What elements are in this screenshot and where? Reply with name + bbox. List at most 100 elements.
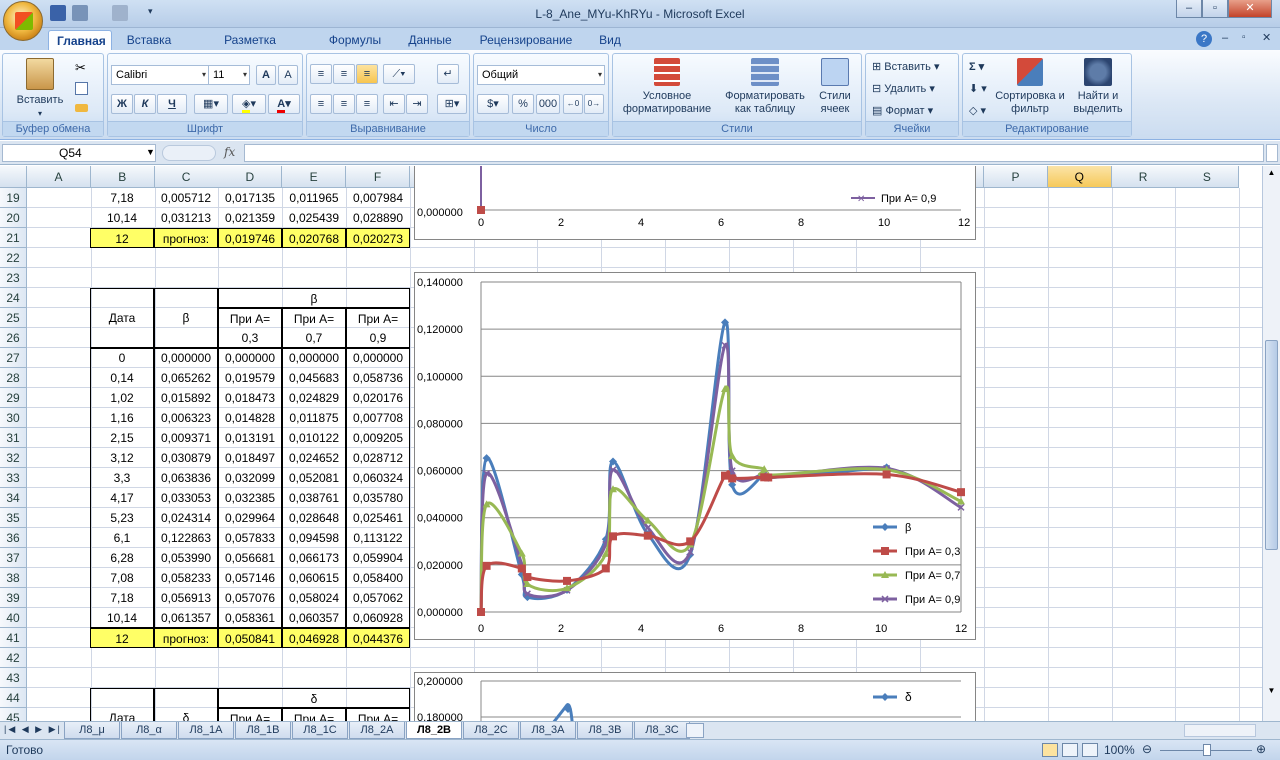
row-header-31[interactable]: 31 (0, 428, 27, 448)
scroll-up-icon[interactable]: ▲ (1265, 168, 1278, 182)
sheet-tab[interactable]: Л8_2С (463, 722, 519, 739)
chart-delta-partial[interactable]: 0,200000 0,180000 δ (414, 672, 976, 721)
cell-b45[interactable]: Дата (90, 708, 154, 721)
cell-d41[interactable]: 0,050841 (218, 628, 282, 648)
insert-sheet-icon[interactable] (686, 723, 704, 738)
number-format-select[interactable]: Общий ▾ (477, 65, 605, 85)
tab-data[interactable]: Данные (398, 30, 462, 50)
cell-f20[interactable]: 0,028890 (346, 208, 410, 228)
currency-button[interactable]: $▾ (477, 94, 509, 114)
cell-c21[interactable]: прогноз: (154, 228, 218, 248)
qat-customize-icon[interactable]: ▾ (148, 6, 153, 17)
cell-b21[interactable]: 12 (90, 228, 154, 248)
decrease-decimal-button[interactable]: 0→ (584, 94, 604, 114)
orientation-button[interactable]: ⟋▾ (383, 64, 415, 84)
row-header-26[interactable]: 26 (0, 328, 27, 348)
sheet-tab[interactable]: Л8_3А (520, 722, 576, 739)
fill-button[interactable]: ⬇ ▾ (969, 80, 987, 98)
column-header-p[interactable]: P (984, 166, 1048, 188)
row-header-37[interactable]: 37 (0, 548, 27, 568)
name-box[interactable]: Q54 (2, 144, 156, 162)
tab-formulas[interactable]: Формулы (320, 30, 390, 50)
chart-beta[interactable]: 0,000000 0,020000 0,040000 0,060000 0,080000… (414, 272, 976, 640)
vertical-scrollbar[interactable]: ▲ ▼ (1262, 166, 1280, 721)
cell-d24[interactable]: β (218, 288, 410, 308)
tab-view[interactable]: Вид (590, 30, 630, 50)
copy-icon[interactable] (75, 82, 88, 95)
cell-f21[interactable]: 0,020273 (346, 228, 410, 248)
row-header-35[interactable]: 35 (0, 508, 27, 528)
cell-d20[interactable]: 0,021359 (218, 208, 282, 228)
align-center-button[interactable]: ≡ (333, 94, 355, 114)
sheet-tab[interactable]: Л8_α (121, 722, 177, 739)
align-left-button[interactable]: ≡ (310, 94, 332, 114)
align-right-button[interactable]: ≡ (356, 94, 378, 114)
cell-styles-button[interactable]: Стили ячеек (811, 58, 859, 116)
bold-button[interactable]: Ж (111, 94, 133, 114)
column-header-q[interactable]: Q (1047, 166, 1112, 188)
insert-function-button[interactable]: fx (224, 145, 235, 159)
delete-cells-button[interactable]: ⊟ Удалить ▾ (872, 80, 935, 98)
row-header-21[interactable]: 21 (0, 228, 27, 248)
align-top-button[interactable]: ≡ (310, 64, 332, 84)
column-header-r[interactable]: R (1111, 166, 1176, 188)
fill-color-button[interactable]: ◈▾ (232, 94, 266, 114)
redo-icon[interactable] (112, 5, 128, 21)
save-icon[interactable] (50, 5, 66, 21)
thousands-button[interactable]: 000 (536, 94, 560, 114)
ribbon-restore-icon[interactable]: ▫ (1242, 32, 1246, 43)
chart-top-partial[interactable]: 0,000000 0 2 4 6 8 10 12 ✕ При А= 0,9 (414, 166, 976, 240)
clear-button[interactable]: ◇ ▾ (969, 102, 986, 120)
select-all-corner[interactable] (0, 166, 27, 188)
shrink-font-button[interactable]: A (278, 65, 298, 85)
cell-c20[interactable]: 0,031213 (154, 208, 218, 228)
expand-formula-bar-button[interactable] (1266, 144, 1278, 162)
row-header-36[interactable]: 36 (0, 528, 27, 548)
zoom-out-icon[interactable]: ⊖ (1142, 742, 1152, 756)
decrease-indent-button[interactable]: ⇤ (383, 94, 405, 114)
office-button[interactable] (3, 1, 43, 41)
help-icon[interactable]: ? (1196, 31, 1212, 47)
row-header-27[interactable]: 27 (0, 348, 27, 368)
cell-d19[interactable]: 0,017135 (218, 188, 282, 208)
row-header-23[interactable]: 23 (0, 268, 27, 288)
close-button[interactable]: ✕ (1228, 0, 1272, 18)
cell-f19[interactable]: 0,007984 (346, 188, 410, 208)
formula-input[interactable] (244, 144, 1264, 162)
row-header-38[interactable]: 38 (0, 568, 27, 588)
merge-center-button[interactable]: ⊞▾ (437, 94, 467, 114)
formula-resize-handle[interactable] (162, 145, 216, 161)
column-header-b[interactable]: B (90, 166, 155, 188)
borders-button[interactable]: ▦▾ (194, 94, 228, 114)
tab-home[interactable]: Главная (48, 30, 112, 50)
sheet-tab[interactable]: Л8_3В (577, 722, 633, 739)
column-header-e[interactable]: E (282, 166, 347, 188)
cell-f26[interactable]: 0,9 (346, 328, 410, 348)
cell-e21[interactable]: 0,020768 (282, 228, 346, 248)
scroll-thumb[interactable] (1265, 340, 1278, 550)
row-header-28[interactable]: 28 (0, 368, 27, 388)
tab-review[interactable]: Рецензирование (470, 30, 582, 50)
cell-e45[interactable]: При А= (282, 708, 346, 721)
cut-icon[interactable]: ✂ (75, 60, 86, 76)
cell-e41[interactable]: 0,046928 (282, 628, 346, 648)
sheet-tab[interactable]: Л8_μ (64, 722, 120, 739)
format-cells-button[interactable]: ▤ Формат ▾ (872, 102, 933, 120)
row-header-39[interactable]: 39 (0, 588, 27, 608)
insert-cells-button[interactable]: ⊞ Вставить ▾ (872, 58, 940, 76)
align-bottom-button[interactable]: ≡ (356, 64, 378, 84)
cell-d21[interactable]: 0,019746 (218, 228, 282, 248)
row-header-32[interactable]: 32 (0, 448, 27, 468)
zoom-slider-thumb[interactable] (1203, 744, 1211, 756)
page-layout-view-icon[interactable] (1062, 743, 1078, 757)
column-header-c[interactable]: C (154, 166, 219, 188)
align-middle-button[interactable]: ≡ (333, 64, 355, 84)
minimize-button[interactable]: – (1176, 0, 1202, 18)
percent-button[interactable]: % (512, 94, 534, 114)
cell-e19[interactable]: 0,011965 (282, 188, 346, 208)
cell-f41[interactable]: 0,044376 (346, 628, 410, 648)
cell-d45[interactable]: При А= (218, 708, 282, 721)
maximize-button[interactable]: ▫ (1202, 0, 1228, 18)
wrap-text-button[interactable]: ↵ (437, 64, 459, 84)
cell-c41[interactable]: прогноз: (154, 628, 218, 648)
